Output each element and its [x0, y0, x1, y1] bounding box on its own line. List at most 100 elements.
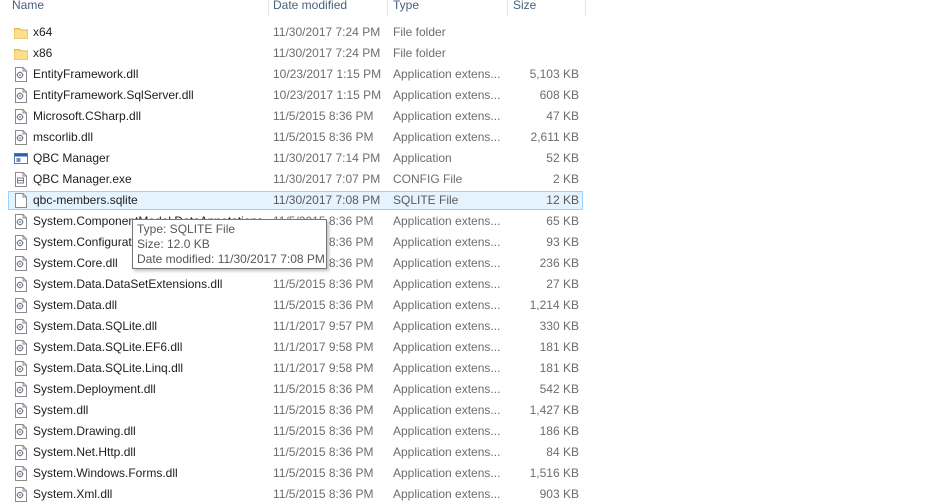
file-date-modified: 11/5/2015 8:36 PM [273, 298, 374, 312]
file-row[interactable]: System.Deployment.dll 11/5/2015 8:36 PM Ap… [0, 380, 938, 401]
file-type: Application extens... [393, 424, 501, 438]
file-size: 236 KB [539, 256, 579, 270]
dll-icon [14, 340, 28, 355]
file-name: EntityFramework.SqlServer.dll [33, 88, 194, 102]
column-header-date-modified[interactable]: Date modified [273, 0, 387, 16]
file-row[interactable]: QBC Manager.exe 11/30/2017 7:07 PM CONFIG … [0, 170, 938, 191]
column-header-type[interactable]: Type [393, 0, 507, 16]
file-date-modified: 11/1/2017 9:58 PM [273, 340, 374, 354]
file-date-modified: 11/5/2015 8:36 PM [273, 382, 374, 396]
file-name: System.Windows.Forms.dll [33, 466, 178, 480]
file-type: CONFIG File [393, 172, 463, 186]
column-divider[interactable] [268, 0, 269, 16]
column-divider[interactable] [387, 0, 388, 16]
file-type: SQLITE File [393, 193, 459, 207]
file-size: 181 KB [539, 361, 579, 375]
file-size: 2 KB [552, 172, 579, 186]
file-row[interactable]: System.dll 11/5/2015 8:36 PM Application e… [0, 401, 938, 422]
dll-icon [14, 235, 28, 250]
file-row[interactable]: EntityFramework.SqlServer.dll 10/23/2017 … [0, 86, 938, 107]
file-name: x64 [33, 25, 53, 39]
dll-icon [14, 424, 28, 439]
config-file-icon [14, 172, 28, 187]
file-row[interactable]: x64 11/30/2017 7:24 PM File folder [0, 23, 938, 44]
file-date-modified: 11/5/2015 8:36 PM [273, 109, 374, 123]
file-date-modified: 11/5/2015 8:36 PM [273, 487, 374, 501]
file-row[interactable]: System.Data.DataSetExtensions.dll 11/5/20… [0, 275, 938, 296]
file-name: qbc-members.sqlite [33, 193, 138, 207]
file-explorer-window: Name Date modified Type Size x64 11/30/20… [0, 0, 938, 504]
file-date-modified: 11/5/2015 8:36 PM [273, 466, 374, 480]
file-row[interactable]: System.Xml.dll 11/5/2015 8:36 PM Applicati… [0, 485, 938, 504]
file-type: Application extens... [393, 214, 501, 228]
file-name: System.Deployment.dll [33, 382, 156, 396]
column-divider[interactable] [585, 0, 586, 16]
file-type: Application extens... [393, 130, 501, 144]
file-size: 181 KB [539, 340, 579, 354]
tooltip-size: Size: 12.0 KB [137, 237, 210, 251]
file-name: QBC Manager [33, 151, 110, 165]
file-row[interactable]: System.Data.SQLite.EF6.dll 11/1/2017 9:58… [0, 338, 938, 359]
file-row-selected[interactable]: qbc-members.sqlite 11/30/2017 7:08 PM SQLI… [0, 191, 938, 212]
file-date-modified: 11/5/2015 8:36 PM [273, 403, 374, 417]
dll-icon [14, 130, 28, 145]
file-size: 5,103 KB [529, 67, 579, 81]
file-row[interactable]: Microsoft.CSharp.dll 11/5/2015 8:36 PM App… [0, 107, 938, 128]
dll-icon [14, 382, 28, 397]
file-size: 84 KB [546, 445, 579, 459]
blank-file-icon [14, 193, 28, 208]
file-row[interactable]: mscorlib.dll 11/5/2015 8:36 PM Application… [0, 128, 938, 149]
file-type: Application extens... [393, 277, 501, 291]
file-size: 47 KB [546, 109, 579, 123]
file-type: Application extens... [393, 319, 501, 333]
file-name: QBC Manager.exe [33, 172, 132, 186]
file-type: Application extens... [393, 67, 501, 81]
file-date-modified: 11/1/2017 9:57 PM [273, 319, 374, 333]
dll-icon [14, 298, 28, 313]
file-date-modified: 11/30/2017 7:14 PM [273, 151, 381, 165]
file-date-modified: 10/23/2017 1:15 PM [273, 88, 382, 102]
file-type: File folder [393, 25, 446, 39]
tooltip-type: Type: SQLITE File [137, 222, 236, 236]
dll-icon [14, 277, 28, 292]
tooltip-date-modified: Date modified: 11/30/2017 7:08 PM [137, 252, 325, 266]
file-size: 186 KB [539, 424, 579, 438]
file-row[interactable]: System.Windows.Forms.dll 11/5/2015 8:36 P… [0, 464, 938, 485]
file-row[interactable]: System.Data.SQLite.Linq.dll 11/1/2017 9:5… [0, 359, 938, 380]
file-type: Application extens... [393, 235, 501, 249]
dll-icon [14, 88, 28, 103]
file-size [510, 44, 579, 63]
file-row[interactable]: System.Data.SQLite.dll 11/1/2017 9:57 PM A… [0, 317, 938, 338]
column-header-row: Name Date modified Type Size [0, 0, 586, 16]
file-size: 12 KB [546, 193, 579, 207]
dll-icon [14, 319, 28, 334]
file-name: System.Data.dll [33, 298, 118, 312]
file-name: System.Data.DataSetExtensions.dll [33, 277, 223, 291]
column-header-size[interactable]: Size [513, 0, 585, 16]
dll-icon [14, 256, 28, 271]
file-type: Application extens... [393, 361, 501, 375]
file-size: 65 KB [546, 214, 579, 228]
column-header-name[interactable]: Name [12, 0, 268, 16]
dll-icon [14, 403, 28, 418]
file-type: Application extens... [393, 382, 501, 396]
file-row[interactable]: System.Drawing.dll 11/5/2015 8:36 PM Appli… [0, 422, 938, 443]
file-row[interactable]: QBC Manager 11/30/2017 7:14 PM Application… [0, 149, 938, 170]
file-type: Application extens... [393, 340, 501, 354]
file-info-tooltip: Type: SQLITE File Size: 12.0 KB Date mod… [132, 219, 327, 269]
file-row[interactable]: System.Data.dll 11/5/2015 8:36 PM Applicat… [0, 296, 938, 317]
file-row[interactable]: x86 11/30/2017 7:24 PM File folder [0, 44, 938, 65]
file-size: 903 KB [539, 487, 579, 501]
file-row[interactable]: EntityFramework.dll 10/23/2017 1:15 PM App… [0, 65, 938, 86]
file-name: System.Data.SQLite.dll [33, 319, 158, 333]
file-type: Application extens... [393, 88, 501, 102]
file-size [510, 23, 579, 42]
file-size: 27 KB [546, 277, 579, 291]
file-size: 1,516 KB [529, 466, 579, 480]
column-divider[interactable] [507, 0, 508, 16]
file-row[interactable]: System.Net.Http.dll 11/5/2015 8:36 PM Appl… [0, 443, 938, 464]
dll-icon [14, 487, 28, 502]
file-date-modified: 11/5/2015 8:36 PM [273, 130, 374, 144]
file-type: Application extens... [393, 466, 501, 480]
dll-icon [14, 445, 28, 460]
